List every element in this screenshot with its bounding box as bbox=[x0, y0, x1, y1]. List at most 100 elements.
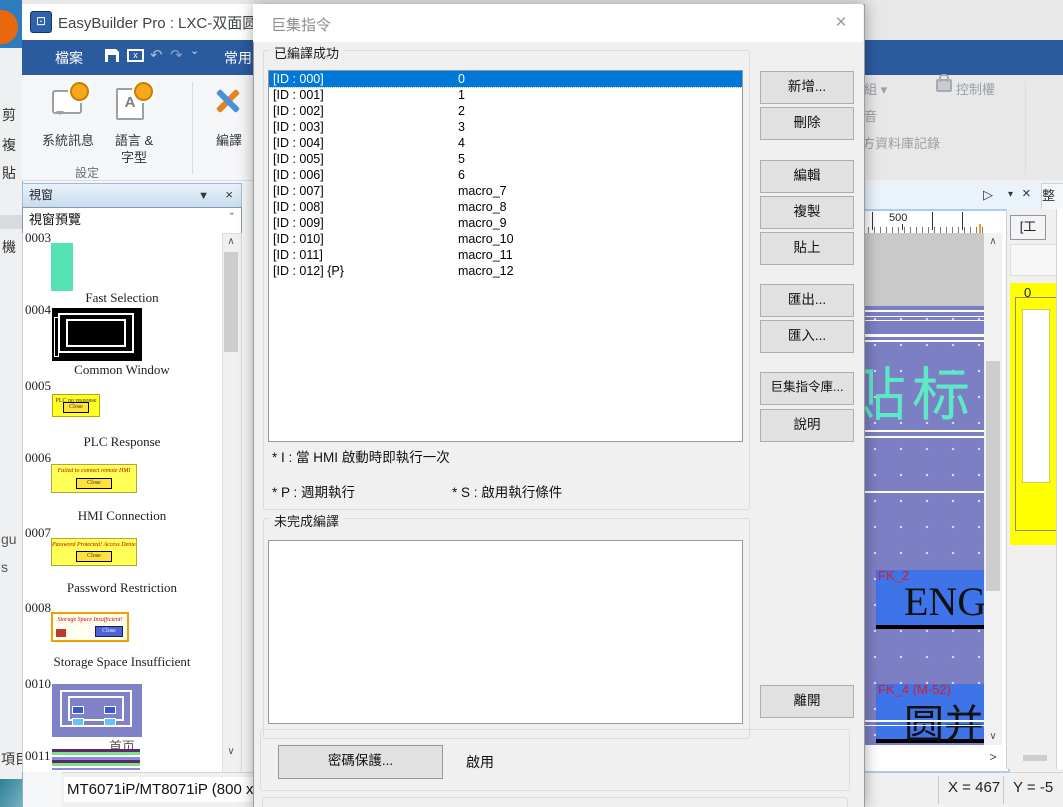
canvas-vertical-scrollbar[interactable]: ∧ ∨ bbox=[984, 233, 1002, 745]
scrollbar-thumb[interactable] bbox=[986, 361, 1000, 591]
window-thumbnail[interactable] bbox=[52, 308, 142, 361]
macro-row[interactable]: [ID : 006] 6 bbox=[269, 167, 742, 183]
ribbon-fragment-control: 控制權 bbox=[956, 79, 995, 98]
panel-more-icon[interactable]: ▾ bbox=[1008, 189, 1013, 200]
canvas-surface[interactable]: 贴标 FK_2 ENGL FK_4 (M-52) 圆并 bbox=[862, 306, 984, 745]
macro-name: 1 bbox=[458, 87, 465, 103]
design-canvas[interactable]: 贴标 FK_2 ENGL FK_4 (M-52) 圆并 bbox=[862, 233, 984, 745]
macro-name: 0 bbox=[458, 71, 465, 87]
window-thumbnail[interactable]: Failed to connect remote HMI Close bbox=[51, 464, 137, 493]
tab-home[interactable]: 常用 bbox=[224, 48, 252, 68]
undo-icon[interactable]: ↶ bbox=[150, 46, 163, 64]
macro-row[interactable]: [ID : 005] 5 bbox=[269, 151, 742, 167]
fragment-copy-label: 複 bbox=[2, 135, 16, 155]
password-protect-button[interactable]: 密碼保護... bbox=[278, 745, 443, 779]
exit-button[interactable]: 離開 bbox=[760, 685, 854, 718]
window-item-0003[interactable]: 0003 Fast Selection bbox=[22, 230, 222, 304]
redo-icon[interactable]: ↷ bbox=[170, 46, 183, 64]
macro-name: 4 bbox=[458, 135, 465, 151]
window-thumbnail[interactable]: Password Protected! Access Denied! Close bbox=[51, 538, 137, 566]
window-panel-scrollbar[interactable]: ∧ ∨ bbox=[222, 233, 242, 774]
macro-row[interactable]: [ID : 008] macro_8 bbox=[269, 199, 742, 215]
dialog-close-icon[interactable]: × bbox=[828, 10, 854, 36]
delete-button[interactable]: 刪除 bbox=[760, 107, 854, 140]
save-icon[interactable] bbox=[105, 49, 119, 62]
uncompiled-list[interactable] bbox=[268, 540, 743, 724]
new-button[interactable]: 新增... bbox=[760, 71, 854, 104]
window-item-0006[interactable]: 0006 Failed to connect remote HMI Close … bbox=[22, 450, 222, 524]
canvas-panel-header: ▷ ▾ × bbox=[862, 183, 1040, 210]
thumb-red-box bbox=[56, 629, 66, 637]
macro-list[interactable]: [ID : 000] 0 [ID : 001] 1 [ID : 002] 2 [… bbox=[268, 70, 743, 442]
macro-name: macro_8 bbox=[458, 199, 507, 215]
scroll-down-icon[interactable]: ∨ bbox=[223, 746, 239, 757]
macro-id: [ID : 002] bbox=[273, 103, 324, 119]
macro-row[interactable]: [ID : 010] macro_10 bbox=[269, 231, 742, 247]
ribbon-fragment-database: 方資料庫記錄 bbox=[862, 133, 940, 152]
panel-close-icon[interactable]: × bbox=[1022, 185, 1031, 202]
side-pane-tab[interactable]: [工 bbox=[1010, 215, 1046, 240]
macro-row[interactable]: [ID : 000] 0 bbox=[269, 71, 742, 87]
ribbon-item-label2: 字型 bbox=[108, 147, 160, 166]
thumb-close-button: Close bbox=[76, 551, 112, 562]
macro-name: 5 bbox=[458, 151, 465, 167]
macro-row[interactable]: [ID : 001] 1 bbox=[269, 87, 742, 103]
side-panel-edge bbox=[1056, 209, 1063, 769]
scroll-right-icon[interactable]: > bbox=[984, 748, 1002, 766]
copy-button[interactable]: 複製 bbox=[760, 196, 854, 229]
macro-row[interactable]: [ID : 012] {P} macro_12 bbox=[269, 263, 742, 279]
scrollbar-thumb[interactable] bbox=[224, 252, 238, 352]
ribbon-item-label: 系統訊息 bbox=[40, 130, 96, 149]
window-thumbnail[interactable] bbox=[52, 749, 140, 770]
window-thumbnail[interactable] bbox=[51, 243, 73, 291]
macro-row[interactable]: [ID : 004] 4 bbox=[269, 135, 742, 151]
panel-dropdown-icon[interactable]: ▼ bbox=[198, 185, 209, 207]
macro-library-button[interactable]: 巨集指令庫... bbox=[760, 372, 854, 405]
window-item-0011[interactable]: 0011 bbox=[22, 748, 222, 772]
scroll-up-icon[interactable]: ∧ bbox=[223, 236, 239, 247]
macro-row[interactable]: [ID : 009] macro_9 bbox=[269, 215, 742, 231]
window-item-0004[interactable]: 0004 Common Window bbox=[22, 302, 222, 376]
window-item-0010[interactable]: 0010 首页 bbox=[22, 676, 222, 750]
scroll-down-icon[interactable]: ∨ bbox=[984, 731, 1002, 742]
macro-name: macro_12 bbox=[458, 263, 514, 279]
side-yellow-object[interactable]: 0 bbox=[1010, 283, 1056, 545]
macro-id: [ID : 003] bbox=[273, 119, 324, 135]
fragment-cut-label: 剪 bbox=[2, 105, 16, 125]
scroll-up-icon[interactable]: ∧ bbox=[984, 236, 1002, 247]
macro-id: [ID : 012] {P} bbox=[273, 263, 344, 279]
side-hscroll-thumb[interactable] bbox=[1023, 755, 1047, 761]
app-icon: ⊡ bbox=[30, 11, 52, 33]
function-key-fk4[interactable]: FK_4 (M-52) 圆并 bbox=[876, 684, 984, 743]
macro-row[interactable]: [ID : 002] 2 bbox=[269, 103, 742, 119]
export-button[interactable]: 匯出... bbox=[760, 284, 854, 317]
partial-tab: 整 bbox=[1041, 183, 1063, 211]
chevron-down-icon: ˇ bbox=[230, 206, 234, 230]
function-key-fk2[interactable]: FK_2 ENGL bbox=[876, 570, 984, 629]
macro-row[interactable]: [ID : 003] 3 bbox=[269, 119, 742, 135]
window-thumbnail[interactable] bbox=[52, 684, 142, 737]
paste-button[interactable]: 貼上 bbox=[760, 232, 854, 265]
edit-button[interactable]: 編輯 bbox=[760, 160, 854, 193]
window-number: 0011 bbox=[25, 748, 51, 764]
panel-close-icon[interactable]: × bbox=[225, 184, 233, 206]
window-item-0005[interactable]: 0005 PLC no response Close PLC Response bbox=[22, 378, 222, 452]
window-panel-header[interactable]: 視窗 ▼ × bbox=[22, 183, 242, 208]
import-button[interactable]: 匯入... bbox=[760, 320, 854, 353]
canvas-text-object[interactable]: 贴标 bbox=[862, 348, 976, 432]
window-item-0008[interactable]: 0008 Storage Space Insufficient! Close S… bbox=[22, 600, 222, 674]
tab-file[interactable]: 檔案 bbox=[55, 48, 83, 68]
window-label: Common Window bbox=[22, 362, 222, 378]
macro-row[interactable]: [ID : 007] macro_7 bbox=[269, 183, 742, 199]
expand-icon[interactable]: ▷ bbox=[983, 187, 993, 203]
help-button[interactable]: 說明 bbox=[760, 409, 854, 442]
window-thumbnail[interactable]: Storage Space Insufficient! Close bbox=[51, 612, 129, 642]
macro-row[interactable]: [ID : 011] macro_11 bbox=[269, 247, 742, 263]
quick-access-more-icon[interactable]: ⌄ bbox=[190, 44, 199, 57]
status-divider bbox=[1003, 776, 1004, 804]
window-item-0007[interactable]: 0007 Password Protected! Access Denied! … bbox=[22, 525, 222, 599]
simulate-icon[interactable]: x bbox=[127, 49, 144, 62]
window-number: 0004 bbox=[25, 302, 51, 318]
dialog-title-bar[interactable] bbox=[253, 4, 863, 42]
window-thumbnail[interactable]: PLC no response Close bbox=[52, 394, 100, 417]
